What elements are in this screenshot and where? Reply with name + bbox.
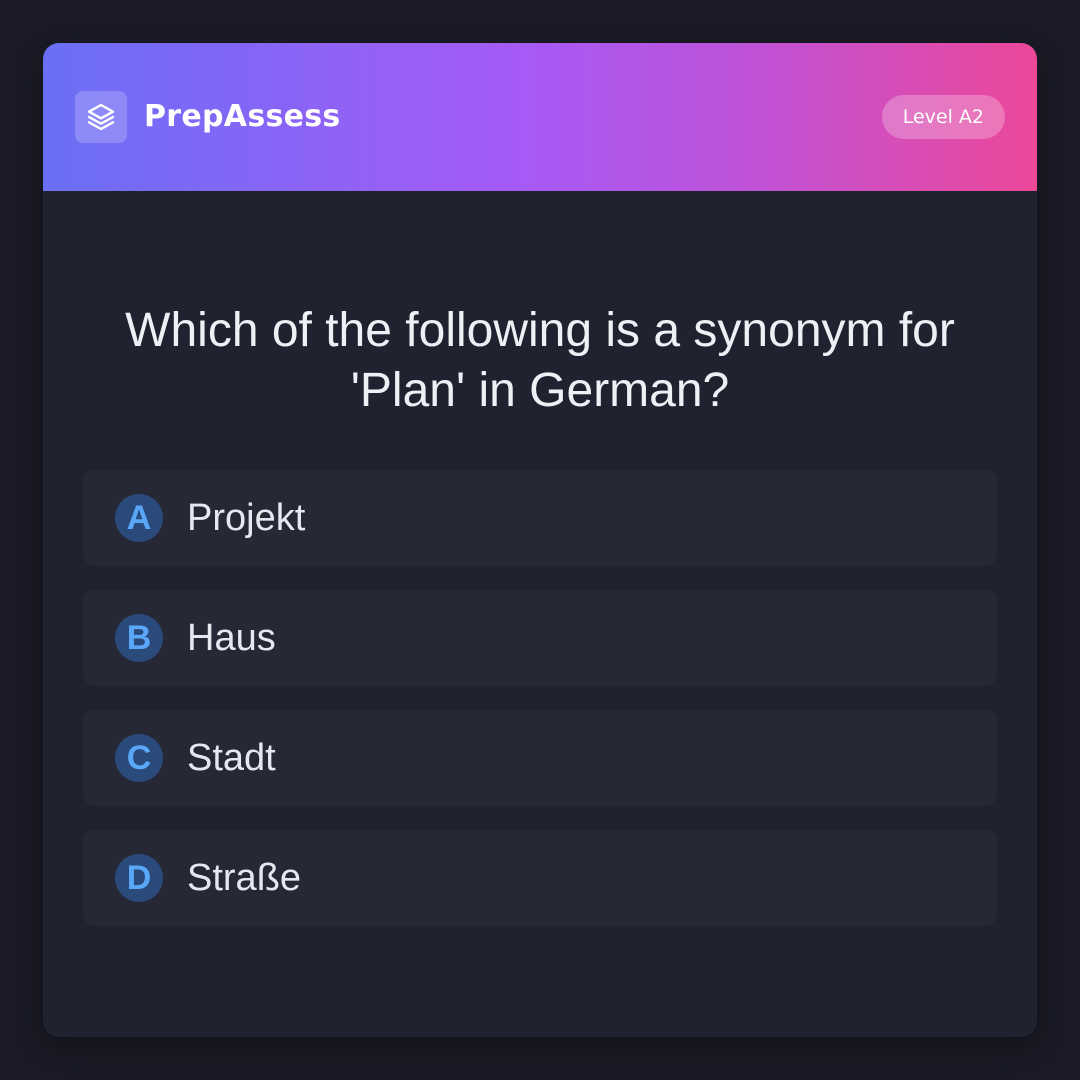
logo [75, 91, 127, 143]
brand-name: PrepAssess [144, 99, 341, 134]
option-label: Haus [187, 617, 276, 659]
option-letter-badge: B [115, 614, 163, 662]
option-label: Stadt [187, 737, 276, 779]
answer-option-c[interactable]: C Stadt [83, 710, 997, 806]
answer-option-b[interactable]: B Haus [83, 590, 997, 686]
quiz-header: PrepAssess Level A2 [43, 43, 1037, 191]
answer-option-d[interactable]: D Straße [83, 830, 997, 926]
option-letter-badge: D [115, 854, 163, 902]
question-line-1: Which of the following is a synonym for [125, 304, 955, 357]
option-letter-badge: A [115, 494, 163, 542]
option-letter-badge: C [115, 734, 163, 782]
option-label: Straße [187, 857, 302, 899]
layers-icon [87, 103, 115, 131]
question-text: Which of the following is a synonym for … [83, 301, 997, 421]
question-line-2: 'Plan' in German? [350, 364, 730, 417]
answer-option-a[interactable]: A Projekt [83, 470, 997, 566]
quiz-card: PrepAssess Level A2 Which of the followi… [43, 43, 1037, 1037]
level-badge: Level A2 [881, 95, 1005, 139]
option-label: Projekt [187, 497, 306, 539]
